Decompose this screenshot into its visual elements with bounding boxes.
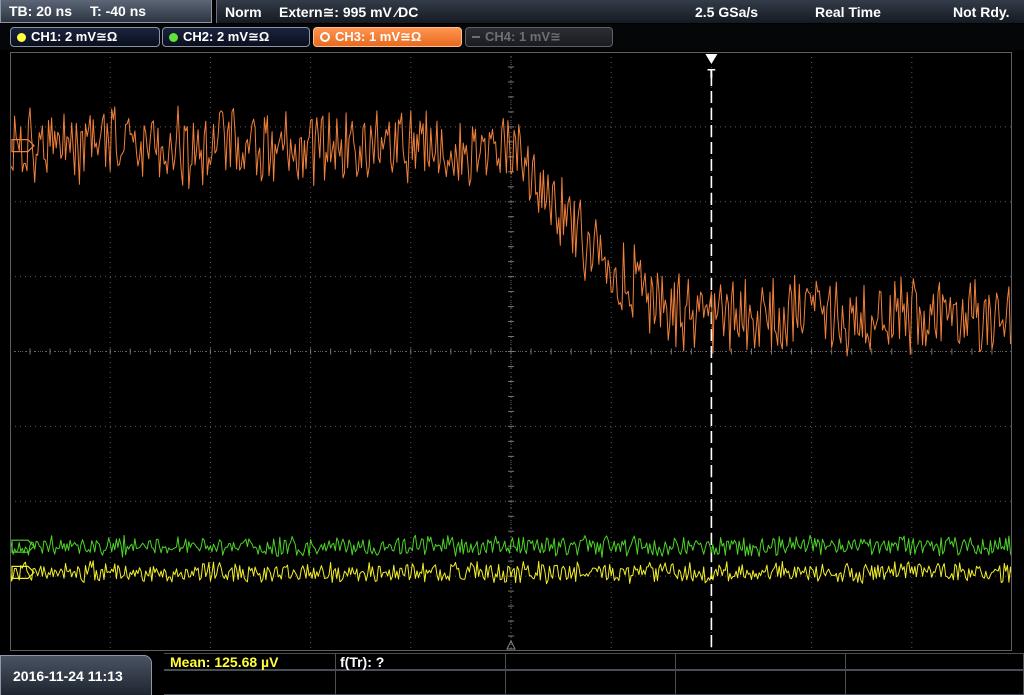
channel-4-button[interactable]: CH4: 1 mV≅ xyxy=(465,27,613,47)
measurement-cell xyxy=(676,670,846,695)
bottom-bar: 2016-11-24 11:13 Mean: 125.68 µV f(Tr): … xyxy=(0,653,1024,695)
trigger-source-label: Extern≅: 995 mV ∕DC xyxy=(279,4,419,20)
channel-2-label: CH2: 2 mV≅Ω xyxy=(183,29,270,44)
measurement-cell xyxy=(676,653,846,670)
channel-2-dot-icon xyxy=(169,32,178,42)
channel-3-button[interactable]: CH3: 1 mV≅Ω xyxy=(313,27,462,47)
channel-1-button[interactable]: CH1: 2 mV≅Ω xyxy=(10,27,160,47)
ftr-measurement: f(Tr): ? xyxy=(340,654,385,670)
channel-4-label: CH4: 1 mV≅ xyxy=(485,29,561,44)
trigger-status-box[interactable]: Norm Extern≅: 995 mV ∕DC 2.5 GSa/s Real … xyxy=(216,0,1024,23)
trigger-marker-label: T xyxy=(707,66,715,81)
channel-1-label: CH1: 2 mV≅Ω xyxy=(31,29,118,44)
measurement-cell xyxy=(336,670,506,695)
timebase-label: TB: 20 ns xyxy=(9,3,73,19)
acquisition-state-label: Not Rdy. xyxy=(953,4,1010,20)
measurement-cell xyxy=(846,670,1024,695)
timebase-box[interactable]: TB: 20 ns T: -40 ns xyxy=(0,0,212,23)
sample-rate-label: 2.5 GSa/s xyxy=(695,4,759,20)
measurement-cell xyxy=(164,670,336,695)
waveform-display[interactable]: T xyxy=(10,52,1012,651)
channel-bar: CH1: 2 mV≅Ω CH2: 2 mV≅Ω CH3: 1 mV≅Ω CH4:… xyxy=(0,24,1024,50)
datetime-label: 2016-11-24 11:13 xyxy=(13,667,123,684)
status-bar: TB: 20 ns T: -40 ns Norm Extern≅: 995 mV… xyxy=(0,0,1024,24)
measurement-cell xyxy=(506,653,676,670)
measurement-cell xyxy=(506,670,676,695)
measurement-cell xyxy=(846,653,1024,670)
measurement-panel[interactable]: Mean: 125.68 µV f(Tr): ? xyxy=(164,653,1024,695)
trigger-mode-label: Norm xyxy=(225,4,262,20)
channel-3-dot-icon xyxy=(320,32,330,42)
channel-3-label: CH3: 1 mV≅Ω xyxy=(335,29,422,44)
channel-4-dot-icon xyxy=(472,36,480,38)
channel-1-dot-icon xyxy=(17,32,26,42)
datetime-box: 2016-11-24 11:13 xyxy=(0,655,152,695)
acquisition-mode-label: Real Time xyxy=(815,4,881,20)
channel-2-button[interactable]: CH2: 2 mV≅Ω xyxy=(162,27,310,47)
trigger-time-label: T: -40 ns xyxy=(90,3,147,19)
mean-measurement: Mean: 125.68 µV xyxy=(170,654,279,670)
